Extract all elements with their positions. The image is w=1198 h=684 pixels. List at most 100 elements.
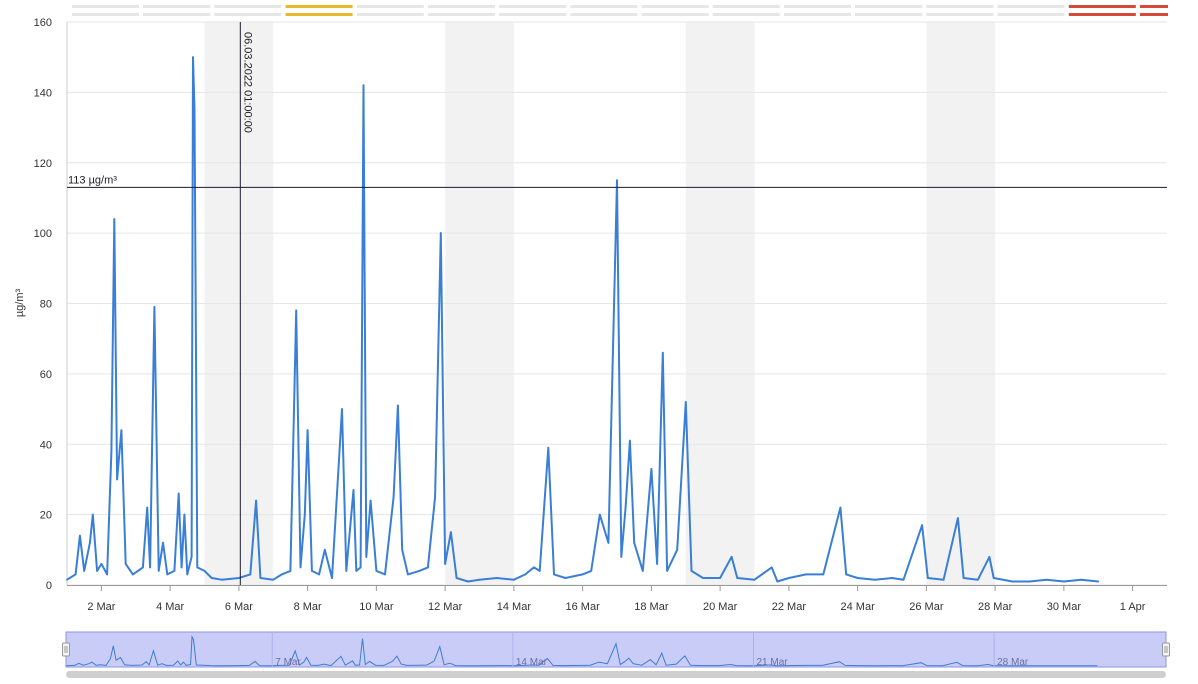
data-point <box>177 492 180 495</box>
data-point <box>581 573 584 576</box>
data-point <box>255 499 257 502</box>
status-segment <box>1140 5 1168 8</box>
status-segment <box>1068 13 1136 16</box>
data-point <box>845 573 848 576</box>
data-point <box>306 429 309 432</box>
data-point <box>524 573 527 576</box>
y-tick-label: 100 <box>34 228 52 240</box>
data-point <box>352 489 355 491</box>
data-point <box>100 563 103 565</box>
data-point <box>66 578 68 581</box>
y-tick-label: 0 <box>46 580 52 592</box>
data-point <box>190 556 193 558</box>
data-point <box>455 577 458 579</box>
status-segment <box>428 13 495 16</box>
data-point <box>365 556 368 558</box>
y-tick-label: 140 <box>34 87 52 99</box>
data-point <box>590 570 593 572</box>
status-segment <box>143 5 211 8</box>
data-point <box>89 541 91 544</box>
data-point <box>295 309 298 312</box>
status-segment <box>784 5 851 8</box>
data-point <box>146 506 149 509</box>
status-segment <box>855 13 923 16</box>
status-segment <box>926 13 994 16</box>
data-point <box>962 577 965 579</box>
data-point <box>196 566 199 569</box>
data-point <box>83 570 86 572</box>
data-point <box>873 578 876 581</box>
data-point <box>598 513 601 516</box>
data-point <box>538 570 541 572</box>
navigator[interactable]: 7 Mar 14 Mar 21 Mar 28 Mar <box>62 631 1170 678</box>
status-segment <box>285 5 353 8</box>
data-point <box>666 570 668 572</box>
data-point <box>902 578 905 581</box>
threshold-label: 113 µg/m³ <box>68 174 117 186</box>
x-tick-label: 16 Mar <box>566 601 601 613</box>
data-point <box>1097 580 1100 583</box>
data-point <box>988 556 991 558</box>
navigator-right-handle[interactable] <box>1162 642 1170 657</box>
data-point <box>375 570 378 572</box>
data-point <box>553 573 555 576</box>
data-point <box>180 566 183 569</box>
data-point <box>822 573 825 576</box>
data-point <box>192 56 194 59</box>
data-point <box>299 566 302 569</box>
x-tick-label: 1 Apr <box>1120 601 1146 613</box>
data-point <box>1045 578 1048 581</box>
data-point <box>106 573 108 576</box>
x-tick-label: 14 Mar <box>497 601 532 613</box>
data-point <box>1063 580 1065 583</box>
data-point <box>427 566 429 569</box>
data-point <box>977 578 979 581</box>
data-point <box>661 351 664 354</box>
x-tick-label: 10 Mar <box>359 601 394 613</box>
navigator-scrollbar[interactable] <box>66 671 1166 678</box>
data-point <box>770 566 773 569</box>
data-point <box>166 573 169 576</box>
data-point <box>345 570 348 572</box>
data-point <box>564 577 567 579</box>
data-point <box>162 541 164 544</box>
data-point <box>249 573 252 576</box>
axes: 0 20 40 60 80 100 120 140 160 2 Mar 4 Mar 6 Mar 8 Ma… <box>34 17 1167 613</box>
status-segment <box>570 5 638 8</box>
data-point <box>401 548 404 551</box>
status-segment <box>72 13 139 16</box>
status-segment <box>641 5 709 8</box>
status-segment <box>356 5 424 8</box>
data-point <box>392 496 395 498</box>
data-point <box>992 577 995 579</box>
data-point <box>110 450 113 453</box>
data-point <box>407 573 409 576</box>
x-tick-label: 26 Mar <box>909 601 944 613</box>
data-point <box>450 531 452 534</box>
data-point <box>1011 580 1014 583</box>
navigator-label: 21 Mar <box>757 657 789 668</box>
status-segment <box>214 5 282 8</box>
y-axis-title: µg/m³ <box>14 288 26 317</box>
x-tick-label: 4 Mar <box>156 601 184 613</box>
data-point <box>439 232 442 235</box>
data-point <box>341 408 343 410</box>
data-point <box>926 577 929 579</box>
data-point <box>620 556 623 558</box>
x-tick-label: 2 Mar <box>87 601 115 613</box>
chart-root: 0 20 40 60 80 100 120 140 160 2 Mar 4 Mar 6 Mar 8 Ma… <box>0 0 1198 679</box>
x-tick-label: 24 Mar <box>841 601 876 613</box>
data-point <box>1028 580 1031 583</box>
data-point <box>856 577 859 579</box>
data-point <box>210 577 213 579</box>
data-point <box>418 570 421 572</box>
data-point <box>736 577 739 579</box>
data-point <box>776 580 779 583</box>
navigator-left-handle[interactable] <box>62 642 70 657</box>
status-segment <box>926 5 994 8</box>
x-tick-label: 28 Mar <box>978 601 1013 613</box>
data-point <box>547 446 550 449</box>
data-point <box>116 478 118 481</box>
status-segment <box>712 5 780 8</box>
data-point <box>650 468 653 470</box>
